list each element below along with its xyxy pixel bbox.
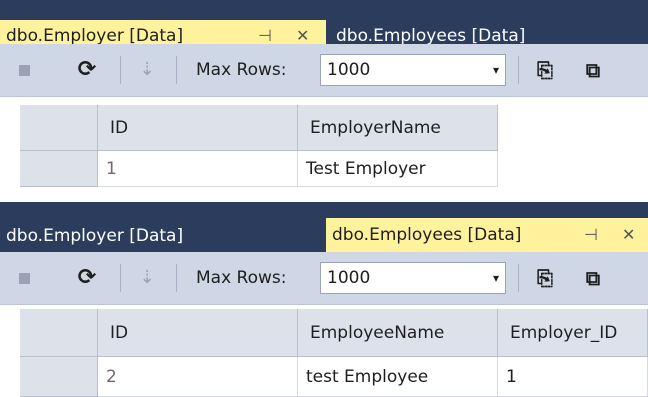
row-header[interactable] [20,357,98,397]
cell-employer-id[interactable]: 1 [498,357,648,397]
stop-icon[interactable] [14,44,34,96]
chevron-down-icon[interactable]: ▾ [493,55,499,85]
employer-data-panel: dbo.Employer [Data] ⊣ ✕ dbo.Employees [D… [0,0,648,202]
document-tabstrip: dbo.Employer [Data] dbo.Employees [Data]… [0,210,648,252]
column-header-employername[interactable]: EmployerName [298,105,498,151]
max-rows-label: Max Rows: [196,60,287,80]
max-rows-label: Max Rows: [196,268,287,288]
cell-employeename[interactable]: test Employee [298,357,498,397]
toolbar-separator [120,56,121,84]
toolbar-separator [176,264,177,292]
execute-sql-icon[interactable]: ⇣ [132,44,162,96]
cell-id[interactable]: 2 [98,357,298,397]
cell-id[interactable]: 1 [98,151,298,187]
tab-label: dbo.Employees [Data] [336,26,526,46]
max-rows-value: 1000 [327,60,371,80]
grid-corner[interactable] [20,105,98,151]
toolbar-separator [120,264,121,292]
refresh-icon[interactable]: ⟳ [74,252,100,304]
max-rows-select[interactable]: 1000 ▾ [320,262,506,294]
employees-data-panel: dbo.Employer [Data] dbo.Employees [Data]… [0,210,648,397]
toolbar-separator [518,56,519,84]
results-grid: ID EmployeeName Employer_ID 2 test Emplo… [0,305,648,397]
results-pane-icon[interactable]: ⧉ [578,252,608,304]
tab-label: dbo.Employer [Data] [6,226,184,246]
cell-employername[interactable]: Test Employer [298,151,498,187]
grid-corner[interactable] [20,309,98,357]
results-pane-icon[interactable]: ⧉ [578,44,608,96]
script-icon[interactable]: ⎘ [530,252,560,304]
column-header-employeename[interactable]: EmployeeName [298,309,498,357]
tab-employer-data[interactable]: dbo.Employer [Data] [0,220,320,252]
document-tabstrip: dbo.Employer [Data] ⊣ ✕ dbo.Employees [D… [0,0,648,52]
tab-label: dbo.Employees [Data] [332,225,522,245]
stop-icon[interactable] [14,252,34,304]
close-icon[interactable]: ✕ [622,218,635,252]
column-header-employer-id[interactable]: Employer_ID [498,309,648,357]
pin-icon[interactable]: ⊣ [584,218,598,252]
data-toolbar: ⟳ ⇣ Max Rows: 1000 ▾ ⎘ ⧉ [0,252,648,305]
max-rows-value: 1000 [327,268,371,288]
column-header-id[interactable]: ID [98,105,298,151]
row-header[interactable] [20,151,98,187]
tab-label: dbo.Employer [Data] [6,26,184,46]
script-icon[interactable]: ⎘ [530,44,560,96]
results-grid: ID EmployerName 1 Test Employer [0,97,648,202]
chevron-down-icon[interactable]: ▾ [493,263,499,293]
execute-sql-icon[interactable]: ⇣ [132,252,162,304]
data-toolbar: ⟳ ⇣ Max Rows: 1000 ▾ ⎘ ⧉ [0,44,648,97]
tab-employees-data[interactable]: dbo.Employees [Data] ⊣ ✕ [326,218,648,252]
max-rows-select[interactable]: 1000 ▾ [320,54,506,86]
toolbar-separator [176,56,177,84]
column-header-id[interactable]: ID [98,309,298,357]
refresh-icon[interactable]: ⟳ [74,44,100,96]
toolbar-separator [518,264,519,292]
